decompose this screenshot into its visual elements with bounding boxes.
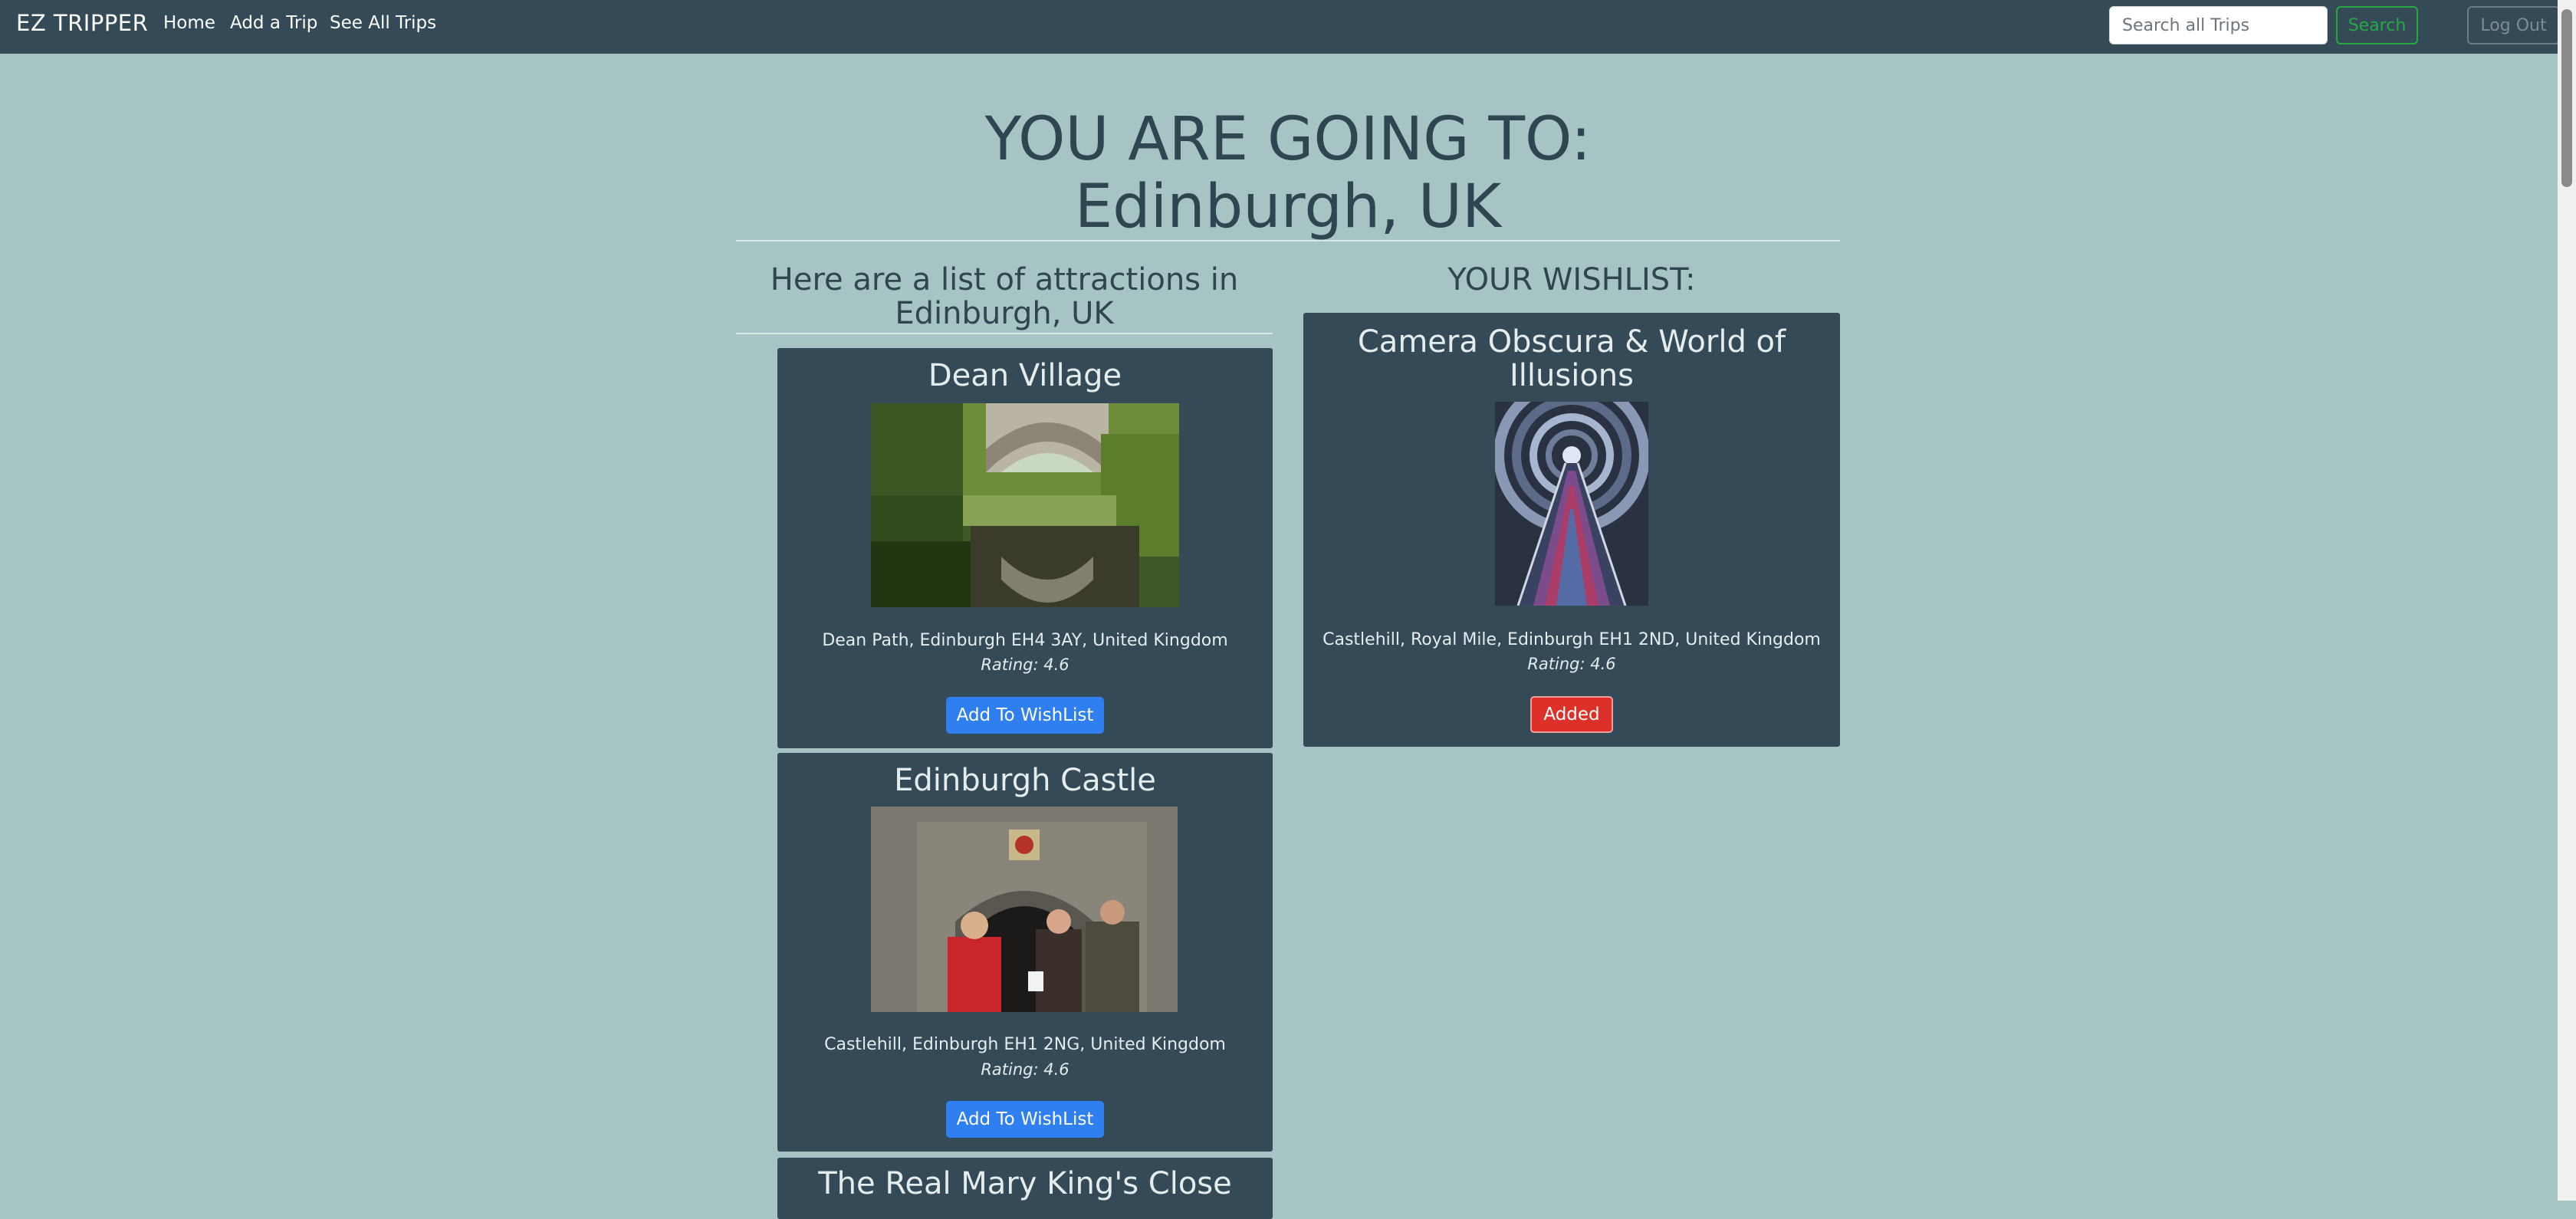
top-navbar: EZ TRIPPER Home Add a Trip See All Trips… <box>0 0 2560 54</box>
nav-home-link[interactable]: Home <box>163 13 215 33</box>
nav-add-trip-link[interactable]: Add a Trip <box>230 13 317 33</box>
wishlist-item-name: Camera Obscura & World of Illusions <box>1357 324 1786 393</box>
title-divider <box>736 240 1840 242</box>
going-to-label: YOU ARE GOING TO: <box>984 105 1592 174</box>
attraction-address: Castlehill, Edinburgh EH1 2NG, United Ki… <box>824 1035 1226 1054</box>
add-to-wishlist-button[interactable]: Add To WishList <box>946 697 1104 734</box>
added-button[interactable]: Added <box>1530 696 1613 733</box>
wishlist-card: Camera Obscura & World of Illusions Cast… <box>1303 313 1840 747</box>
add-to-wishlist-button[interactable]: Add To WishList <box>946 1101 1104 1138</box>
attraction-card: The Real Mary King's Close <box>777 1158 1273 1219</box>
illusion-tunnel-photo <box>1495 402 1648 606</box>
attractions-heading: Here are a list of attractions in Edinbu… <box>770 262 1239 331</box>
attraction-name: The Real Mary King's Close <box>818 1166 1232 1201</box>
wishlist-item-rating: Rating: 4.6 <box>1527 655 1616 673</box>
nav-see-all-trips-link[interactable]: See All Trips <box>330 13 436 33</box>
attraction-card: Dean Village Dean Path, Edinburgh EH4 3A… <box>777 348 1273 748</box>
wishlist-item-address: Castlehill, Royal Mile, Edinburgh EH1 2N… <box>1322 630 1821 649</box>
attraction-name: Edinburgh Castle <box>894 763 1156 798</box>
page-title: YOU ARE GOING TO: Edinburgh, UK <box>736 106 1840 241</box>
attraction-name: Dean Village <box>928 358 1122 393</box>
attractions-divider <box>736 333 1273 334</box>
attraction-card: Edinburgh Castle Castlehill, Edinburgh E… <box>777 753 1273 1152</box>
search-button[interactable]: Search <box>2336 6 2418 44</box>
attraction-rating: Rating: 4.6 <box>981 656 1070 674</box>
destination-name: Edinburgh, UK <box>1074 172 1502 242</box>
search-input[interactable] <box>2109 6 2328 44</box>
logout-button[interactable]: Log Out <box>2467 6 2560 44</box>
castle-gate-photo <box>871 807 1178 1012</box>
attraction-rating: Rating: 4.6 <box>981 1060 1070 1079</box>
bridge-river-photo <box>871 403 1179 607</box>
attraction-address: Dean Path, Edinburgh EH4 3AY, United Kin… <box>822 631 1228 650</box>
scrollbar-thumb[interactable] <box>2561 9 2572 187</box>
wishlist-heading: YOUR WISHLIST: <box>1447 262 1696 297</box>
brand-logo[interactable]: EZ TRIPPER <box>16 10 148 36</box>
